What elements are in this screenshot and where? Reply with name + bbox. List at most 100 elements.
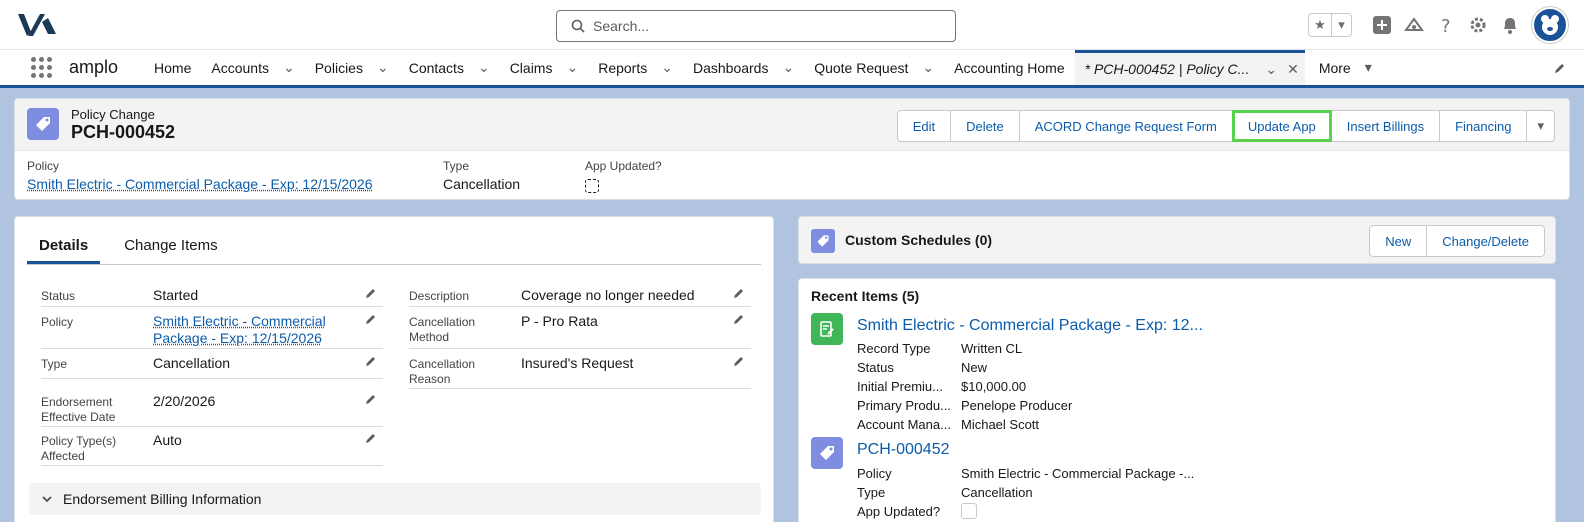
edit-pencil-icon[interactable] — [365, 393, 377, 408]
chevron-down-icon[interactable]: ⌄ — [661, 59, 673, 76]
recent-item-link[interactable]: PCH-000452 — [857, 441, 950, 459]
field-status: Status Started — [41, 285, 383, 307]
nav-item-accounting-home[interactable]: Accounting Home — [944, 50, 1075, 85]
help-icon[interactable]: ? — [1430, 9, 1462, 41]
global-header: Search... ★ ▾ ? — [0, 0, 1584, 50]
global-actions: ★ ▾ ? — [1308, 0, 1584, 50]
nav-item-label: Dashboards — [693, 60, 769, 76]
insert-billings-button[interactable]: Insert Billings — [1331, 110, 1440, 142]
field-label: Cancellation Reason — [409, 357, 499, 387]
global-search-input[interactable]: Search... — [556, 10, 956, 42]
edit-pencil-icon[interactable] — [365, 313, 377, 328]
record-name: PCH-000452 — [71, 122, 175, 143]
nav-item-quote-request[interactable]: Quote Request ⌄ — [804, 50, 944, 85]
policy-lookup-link[interactable]: Smith Electric - Commercial Package - Ex… — [153, 313, 343, 347]
section-endorsement-billing[interactable]: Endorsement Billing Information — [29, 483, 761, 515]
nav-item-label: Accounting Home — [954, 60, 1065, 76]
field-value: Insured's Request — [521, 355, 633, 372]
chevron-down-icon[interactable]: ⌄ — [922, 59, 934, 76]
field-label: Type — [41, 357, 147, 372]
user-avatar[interactable] — [1532, 7, 1568, 43]
field-policy: Policy Smith Electric - Commercial Packa… — [41, 311, 383, 349]
highlight-label: App Updated? — [585, 159, 662, 173]
policy-icon — [811, 313, 843, 345]
chevron-down-icon[interactable]: ⌄ — [377, 59, 389, 76]
notifications-bell-icon[interactable] — [1494, 9, 1526, 41]
recent-item-field: Type Cancellation — [857, 485, 1033, 500]
custom-schedules-actions: New Change/Delete — [1370, 225, 1545, 257]
field-value: New — [961, 360, 987, 375]
update-app-button[interactable]: Update App — [1232, 110, 1332, 142]
edit-nav-pencil-icon[interactable] — [1554, 62, 1566, 77]
app-launcher-icon[interactable] — [31, 57, 53, 79]
tab-change-items[interactable]: Change Items — [112, 229, 229, 264]
caret-down-icon[interactable]: ▾ — [1365, 59, 1372, 76]
recent-item-field: Primary Produ... Penelope Producer — [857, 398, 1072, 413]
chevron-down-icon[interactable]: ⌄ — [1265, 61, 1277, 78]
field-policy-types-affected: Policy Type(s) Affected Auto — [41, 430, 383, 466]
policy-change-icon — [27, 108, 59, 140]
nav-item-policies[interactable]: Policies ⌄ — [305, 50, 399, 85]
acord-change-request-form-button[interactable]: ACORD Change Request Form — [1019, 110, 1233, 142]
highlight-app-updated: App Updated? — [585, 159, 662, 193]
recent-items-card: Recent Items (5) Smith Electric - Commer… — [798, 278, 1556, 522]
delete-button[interactable]: Delete — [950, 110, 1020, 142]
recent-items-title: Recent Items (5) — [811, 288, 919, 304]
nav-item-more[interactable]: More ▾ — [1309, 50, 1382, 85]
setup-gear-icon[interactable] — [1462, 9, 1494, 41]
details-card: Details Change Items Status Started Poli… — [14, 216, 774, 522]
field-value: Auto — [153, 432, 182, 449]
detail-tabs: Details Change Items — [27, 229, 761, 265]
edit-button[interactable]: Edit — [897, 110, 951, 142]
financing-button[interactable]: Financing — [1439, 110, 1527, 142]
recent-item-field: Status New — [857, 360, 987, 375]
favorites-chevron-down-icon[interactable]: ▾ — [1331, 14, 1351, 36]
field-value: Cancellation — [153, 355, 230, 372]
policy-link[interactable]: Smith Electric - Commercial Package - Ex… — [27, 176, 372, 192]
tab-details[interactable]: Details — [27, 229, 100, 264]
global-add-icon[interactable] — [1366, 9, 1398, 41]
chevron-down-icon[interactable]: ⌄ — [566, 59, 578, 76]
edit-pencil-icon[interactable] — [733, 313, 745, 328]
edit-pencil-icon[interactable] — [365, 355, 377, 370]
change-delete-button[interactable]: Change/Delete — [1426, 225, 1545, 257]
recent-item-field: App Updated? — [857, 504, 977, 519]
more-actions-chevron-down-icon[interactable]: ▾ — [1526, 110, 1555, 142]
close-icon[interactable]: ✕ — [1287, 61, 1299, 78]
chevron-down-icon[interactable]: ⌄ — [782, 59, 794, 76]
edit-pencil-icon[interactable] — [733, 287, 745, 302]
highlight-label: Type — [443, 159, 520, 173]
nav-item-label: Claims — [510, 60, 553, 76]
nav-item-claims[interactable]: Claims ⌄ — [500, 50, 589, 85]
chevron-down-icon[interactable]: ⌄ — [283, 59, 295, 76]
field-label: App Updated? — [857, 504, 961, 519]
edit-pencil-icon[interactable] — [733, 355, 745, 370]
nav-item-label: Home — [154, 60, 191, 76]
field-label: Policy Type(s) Affected — [41, 434, 147, 464]
chevron-down-icon — [41, 493, 53, 505]
field-label: Cancellation Method — [409, 315, 499, 345]
recent-item-link[interactable]: Smith Electric - Commercial Package - Ex… — [857, 317, 1203, 335]
nav-item-reports[interactable]: Reports ⌄ — [588, 50, 683, 85]
nav-item-home[interactable]: Home — [144, 50, 201, 85]
nav-tab-active-record[interactable]: * PCH-000452 | Policy C... ⌄ ✕ — [1075, 50, 1305, 85]
nav-item-dashboards[interactable]: Dashboards ⌄ — [683, 50, 804, 85]
recent-item-field: Policy Smith Electric - Commercial Packag… — [857, 466, 1194, 481]
nav-item-contacts[interactable]: Contacts ⌄ — [399, 50, 500, 85]
field-label: Type — [857, 485, 961, 500]
active-tab-label: * PCH-000452 | Policy C... — [1085, 61, 1250, 77]
new-button[interactable]: New — [1369, 225, 1427, 257]
nav-item-accounts[interactable]: Accounts ⌄ — [201, 50, 304, 85]
trailhead-icon[interactable] — [1398, 9, 1430, 41]
edit-pencil-icon[interactable] — [365, 287, 377, 302]
field-label: Status — [41, 289, 147, 304]
chevron-down-icon[interactable]: ⌄ — [478, 59, 490, 76]
field-value: Written CL — [961, 341, 1022, 356]
amplo-logo[interactable] — [18, 12, 58, 38]
star-icon[interactable]: ★ — [1309, 14, 1331, 36]
field-value: Michael Scott — [961, 417, 1039, 432]
edit-pencil-icon[interactable] — [365, 432, 377, 447]
field-cancellation-method: Cancellation Method P - Pro Rata — [409, 311, 751, 349]
field-description: Description Coverage no longer needed — [409, 285, 751, 307]
field-label: Policy — [857, 466, 961, 481]
